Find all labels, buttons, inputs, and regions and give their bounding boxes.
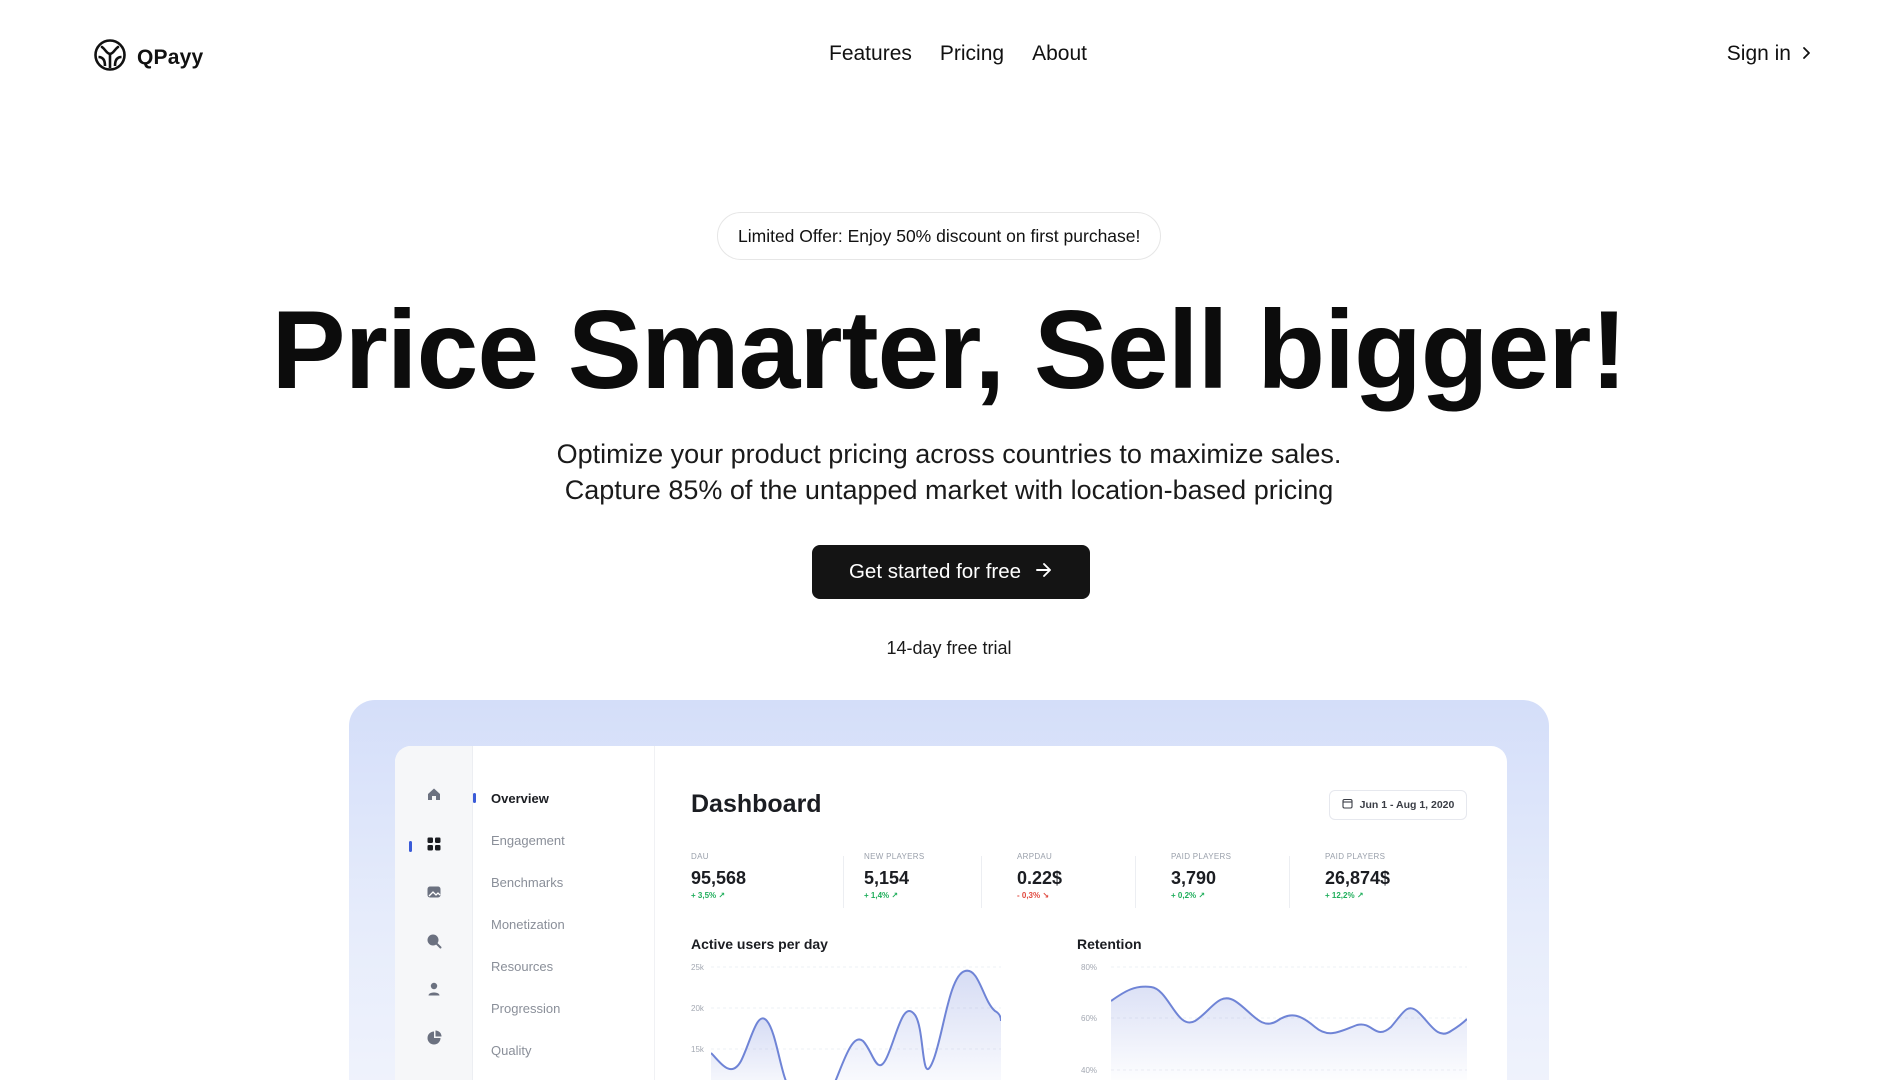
stat-card-paid-players: PAID PLAYERS 3,790 + 0,2% ↗: [1171, 852, 1231, 912]
subtitle-line-1: Optimize your product pricing across cou…: [556, 439, 1342, 469]
limited-offer-badge[interactable]: Limited Offer: Enjoy 50% discount on fir…: [717, 212, 1162, 260]
top-navigation: QPayy Features Pricing About Sign in: [0, 0, 1898, 110]
subtitle-line-2: Capture 85% of the untapped market with …: [564, 475, 1334, 505]
dashboard-title: Dashboard: [691, 790, 822, 818]
brand-name: QPayy: [137, 45, 204, 69]
stat-delta: + 12,2% ↗: [1325, 891, 1364, 900]
dashboard-menu: Overview Engagement Benchmarks Monetizat…: [473, 746, 655, 1080]
date-range-picker[interactable]: Jun 1 - Aug 1, 2020: [1329, 790, 1467, 820]
stat-card-paid-players-revenue: PAID PLAYERS 26,874$ + 12,2% ↗: [1325, 852, 1390, 912]
menu-item-engagement[interactable]: Engagement: [491, 833, 565, 848]
active-indicator: [409, 841, 412, 852]
stat-value: 95,568: [691, 868, 747, 888]
get-started-button[interactable]: Get started for free: [812, 545, 1090, 599]
nav-link-features[interactable]: Features: [829, 42, 912, 66]
area-fill: [1111, 986, 1467, 1080]
home-icon[interactable]: [424, 784, 444, 804]
stat-delta: + 0,2% ↗: [1171, 891, 1206, 900]
stat-delta: + 3,5% ↗: [691, 891, 726, 900]
stat-value: 5,154: [864, 868, 910, 888]
stat-divider: [843, 856, 844, 908]
stat-label: PAID PLAYERS: [1171, 852, 1232, 861]
arrow-right-icon: [1035, 560, 1053, 584]
menu-item-benchmarks[interactable]: Benchmarks: [491, 875, 563, 890]
brand-logo[interactable]: QPayy: [93, 38, 203, 77]
stat-value: 3,790: [1171, 868, 1217, 888]
image-icon[interactable]: [424, 882, 444, 902]
stat-divider: [1289, 856, 1290, 908]
trend-up-icon: ↗: [1198, 891, 1206, 900]
stat-card-new-players: NEW PLAYERS 5,154 + 1,4% ↗: [864, 852, 925, 912]
stat-delta: - 0,3% ↘: [1017, 891, 1050, 900]
sign-in-link[interactable]: Sign in: [1727, 42, 1811, 66]
search-icon[interactable]: [424, 931, 444, 951]
icon-sidebar: [395, 746, 473, 1080]
hero-subtitle: Optimize your product pricing across cou…: [0, 436, 1898, 508]
y-tick-label: 15k: [691, 1045, 704, 1054]
hero-headline: Price Smarter, Sell bigger!: [271, 288, 1628, 412]
user-icon[interactable]: [424, 979, 444, 999]
stat-value: 26,874$: [1325, 868, 1391, 888]
stats-row: DAU 95,568 + 3,5% ↗ NEW PLAYERS 5,154 + …: [691, 852, 1467, 912]
dashboard-main: Dashboard Jun 1 - Aug 1, 2020 DAU 95,568…: [655, 746, 1507, 1080]
y-tick-label: 40%: [1081, 1066, 1098, 1075]
chevron-right-icon: [1801, 42, 1811, 66]
y-tick-label: 25k: [691, 963, 704, 972]
stat-label: NEW PLAYERS: [864, 852, 925, 861]
nav-link-about[interactable]: About: [1032, 42, 1087, 66]
nav-links: Features Pricing About: [829, 42, 1087, 66]
y-tick-label: 20k: [691, 1004, 704, 1013]
menu-item-progression[interactable]: Progression: [491, 1001, 560, 1016]
menu-item-monetization[interactable]: Monetization: [491, 917, 565, 932]
nav-link-pricing[interactable]: Pricing: [940, 42, 1004, 66]
active-users-chart-title: Active users per day: [691, 936, 828, 952]
menu-item-resources[interactable]: Resources: [491, 959, 553, 974]
retention-line-chart: [1111, 966, 1467, 1080]
menu-item-overview[interactable]: Overview: [491, 791, 549, 806]
stat-card-arpdau: ARPDAU 0.22$ - 0,3% ↘: [1017, 852, 1062, 912]
date-range-text: Jun 1 - Aug 1, 2020: [1359, 799, 1455, 811]
dashboard-preview: Overview Engagement Benchmarks Monetizat…: [395, 746, 1507, 1080]
trend-up-icon: ↗: [1356, 891, 1364, 900]
stat-value: 0.22$: [1017, 868, 1063, 888]
calendar-icon: [1342, 798, 1353, 812]
area-fill: [835, 970, 1001, 1080]
y-tick-label: 80%: [1081, 963, 1098, 972]
stat-card-dau: DAU 95,568 + 3,5% ↗: [691, 852, 746, 912]
stat-label: PAID PLAYERS: [1325, 852, 1386, 861]
qpayy-logo-icon: [93, 38, 127, 77]
trend-up-icon: ↗: [718, 891, 726, 900]
trial-note: 14-day free trial: [886, 638, 1012, 658]
menu-active-indicator: [473, 793, 476, 803]
menu-item-quality[interactable]: Quality: [491, 1043, 531, 1058]
grid-icon[interactable]: [424, 834, 444, 854]
stat-delta: + 1,4% ↗: [864, 891, 899, 900]
y-tick-label: 60%: [1081, 1014, 1098, 1023]
pie-chart-icon[interactable]: [424, 1028, 444, 1048]
stat-divider: [1135, 856, 1136, 908]
sign-in-label: Sign in: [1726, 42, 1791, 65]
trend-down-icon: ↘: [1042, 891, 1050, 900]
get-started-label: Get started for free: [848, 560, 1022, 583]
stat-label: DAU: [691, 852, 709, 861]
retention-chart-title: Retention: [1077, 936, 1142, 952]
trend-up-icon: ↗: [891, 891, 899, 900]
active-users-line-chart: [711, 966, 1001, 1080]
offer-text: Limited Offer: Enjoy 50% discount on fir…: [738, 225, 1141, 246]
stat-divider: [981, 856, 982, 908]
stat-label: ARPDAU: [1017, 852, 1053, 861]
